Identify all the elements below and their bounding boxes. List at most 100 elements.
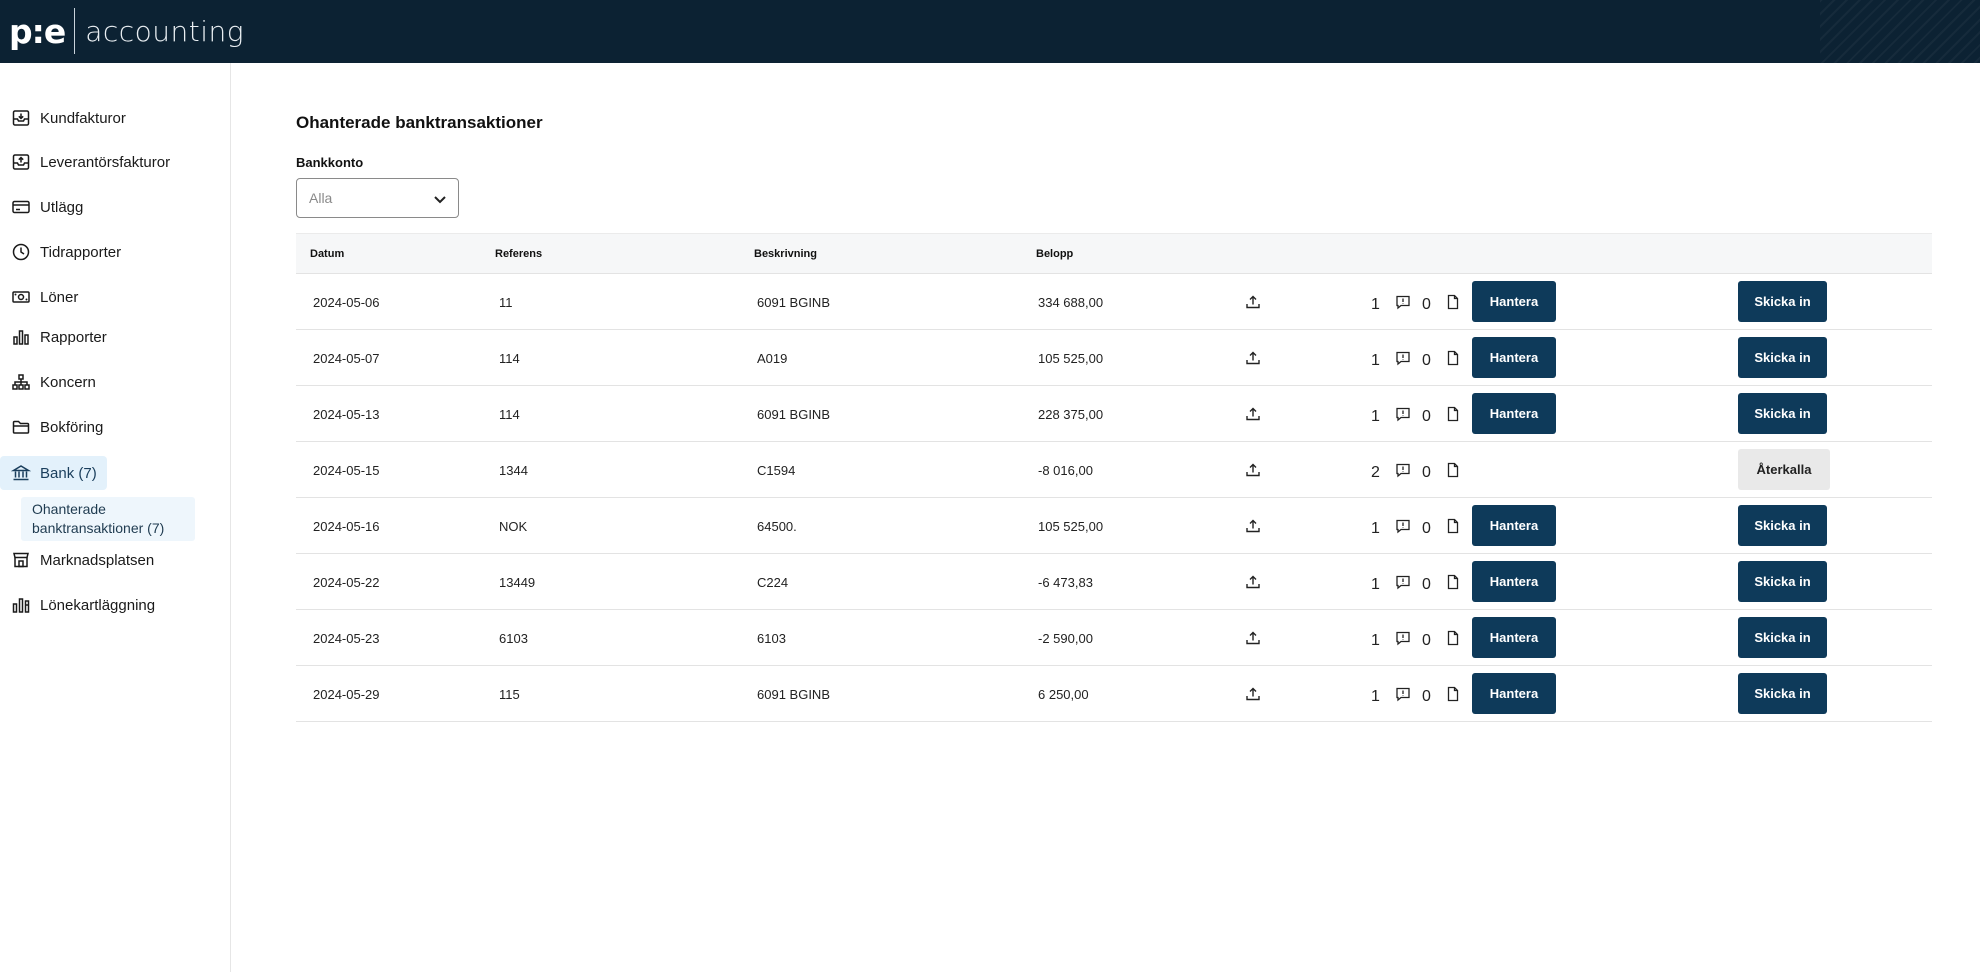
skicka-in-button[interactable]: Skicka in [1738,393,1827,434]
hantera-button[interactable]: Hantera [1472,281,1556,322]
aterkalla-button[interactable]: Återkalla [1738,449,1830,490]
comment-icon[interactable] [1395,406,1411,422]
column-header-referens[interactable]: Referens [495,248,542,260]
table-row: 2024-05-29 115 6091 BGINB 6 250,00 1 0 H… [296,666,1932,722]
sidebar-item-label: Bokföring [40,418,104,436]
upload-icon[interactable] [1245,518,1261,534]
table-row: 2024-05-15 1344 C1594 -8 016,00 2 0 Åter… [296,442,1932,498]
chevron-down-icon [434,196,446,204]
column-header-datum[interactable]: Datum [310,248,344,260]
sidebar-item-kundfakturor[interactable]: Kundfakturor [0,101,126,135]
cell-beskrivning: 6091 BGINB [757,687,830,702]
skicka-in-button[interactable]: Skicka in [1738,673,1827,714]
upload-icon[interactable] [1245,294,1261,310]
attachment-count: 1 [1371,408,1380,425]
sidebar-item-koncern[interactable]: Koncern [0,365,96,399]
transactions-table: Datum Referens Beskrivning Belopp 2024-0… [296,233,1932,722]
comment-icon[interactable] [1395,686,1411,702]
cell-datum: 2024-05-29 [313,687,380,702]
comment-icon[interactable] [1395,294,1411,310]
cell-belopp: 6 250,00 [1038,687,1089,702]
bar-chart-icon [11,327,31,347]
attachment-count: 1 [1371,688,1380,705]
skicka-in-button[interactable]: Skicka in [1738,561,1827,602]
skicka-in-button[interactable]: Skicka in [1738,281,1827,322]
upload-icon[interactable] [1245,574,1261,590]
hantera-button[interactable]: Hantera [1472,561,1556,602]
skicka-in-button[interactable]: Skicka in [1738,617,1827,658]
sidebar-item-leverantorsfakturor[interactable]: Leverantörsfakturor [0,145,170,179]
comment-icon[interactable] [1395,518,1411,534]
sidebar-item-label: Lönekartläggning [40,596,156,614]
document-icon[interactable] [1445,462,1461,478]
sidebar-item-utlagg[interactable]: Utlägg [0,190,83,224]
comment-icon[interactable] [1395,630,1411,646]
sidebar-item-bokforing[interactable]: Bokföring [0,410,103,444]
cell-datum: 2024-05-07 [313,351,380,366]
cell-datum: 2024-05-15 [313,463,380,478]
cell-beskrivning: 64500. [757,519,797,534]
column-header-belopp[interactable]: Belopp [1036,248,1073,260]
document-icon[interactable] [1445,574,1461,590]
cell-belopp: 105 525,00 [1038,351,1104,366]
app-logo[interactable]: p:e accounting [9,8,245,54]
skicka-in-button[interactable]: Skicka in [1738,337,1827,378]
top-bar: p:e accounting [0,0,1980,63]
hantera-button[interactable]: Hantera [1472,337,1556,378]
table-row: 2024-05-06 11 6091 BGINB 334 688,00 1 0 … [296,274,1932,330]
sidebar-item-label: Löner [40,288,79,306]
sidebar-item-tidrapporter[interactable]: Tidrapporter [0,235,121,269]
comment-count: 0 [1422,296,1431,313]
cell-referens: 115 [499,687,520,702]
attachment-count: 1 [1371,632,1380,649]
sidebar: Kundfakturor Leverantörsfakturor Utlägg … [0,63,231,972]
attachment-count: 1 [1371,296,1380,313]
hantera-button[interactable]: Hantera [1472,505,1556,546]
cell-referens: 114 [499,351,520,366]
cell-datum: 2024-05-16 [313,519,380,534]
cell-referens: 6103 [499,631,528,646]
sidebar-item-label: Koncern [40,373,96,391]
skicka-in-button[interactable]: Skicka in [1738,505,1827,546]
sidebar-item-rapporter[interactable]: Rapporter [0,320,107,354]
logo-text: accounting [85,14,245,48]
invoice-out-icon [11,152,31,172]
hantera-button[interactable]: Hantera [1472,673,1556,714]
sidebar-subitem-ohanterade[interactable]: Ohanterade banktransaktioner (7) [21,497,195,541]
bankkonto-select-value: Alla [309,190,333,206]
sidebar-item-marknadsplatsen[interactable]: Marknadsplatsen [0,543,154,577]
cell-belopp: 105 525,00 [1038,519,1104,534]
document-icon[interactable] [1445,350,1461,366]
comment-count: 0 [1422,352,1431,369]
hantera-button[interactable]: Hantera [1472,393,1556,434]
upload-icon[interactable] [1245,686,1261,702]
comment-count: 0 [1422,520,1431,537]
sidebar-item-label: Kundfakturor [40,109,126,127]
document-icon[interactable] [1445,630,1461,646]
comment-icon[interactable] [1395,462,1411,478]
comment-icon[interactable] [1395,350,1411,366]
cell-referens: 13449 [499,575,536,590]
page-title: Ohanterade banktransaktioner [296,113,543,132]
sidebar-item-loner[interactable]: Löner [0,280,78,314]
table-row: 2024-05-22 13449 C224 -6 473,83 1 0 Hant… [296,554,1932,610]
sidebar-item-label: Utlägg [40,198,84,216]
invoice-in-icon [11,108,31,128]
bankkonto-select[interactable]: Alla [296,178,459,218]
column-header-beskrivning[interactable]: Beskrivning [754,248,817,260]
comment-icon[interactable] [1395,574,1411,590]
sidebar-item-lonekartlaggning[interactable]: Lönekartläggning [0,588,155,622]
upload-icon[interactable] [1245,462,1261,478]
upload-icon[interactable] [1245,350,1261,366]
document-icon[interactable] [1445,294,1461,310]
cell-referens: NOK [499,519,528,534]
cell-datum: 2024-05-23 [313,631,380,646]
upload-icon[interactable] [1245,406,1261,422]
document-icon[interactable] [1445,518,1461,534]
document-icon[interactable] [1445,406,1461,422]
hantera-button[interactable]: Hantera [1472,617,1556,658]
document-icon[interactable] [1445,686,1461,702]
upload-icon[interactable] [1245,630,1261,646]
sidebar-item-bank[interactable]: Bank (7) [0,456,107,490]
hierarchy-icon [11,372,31,392]
